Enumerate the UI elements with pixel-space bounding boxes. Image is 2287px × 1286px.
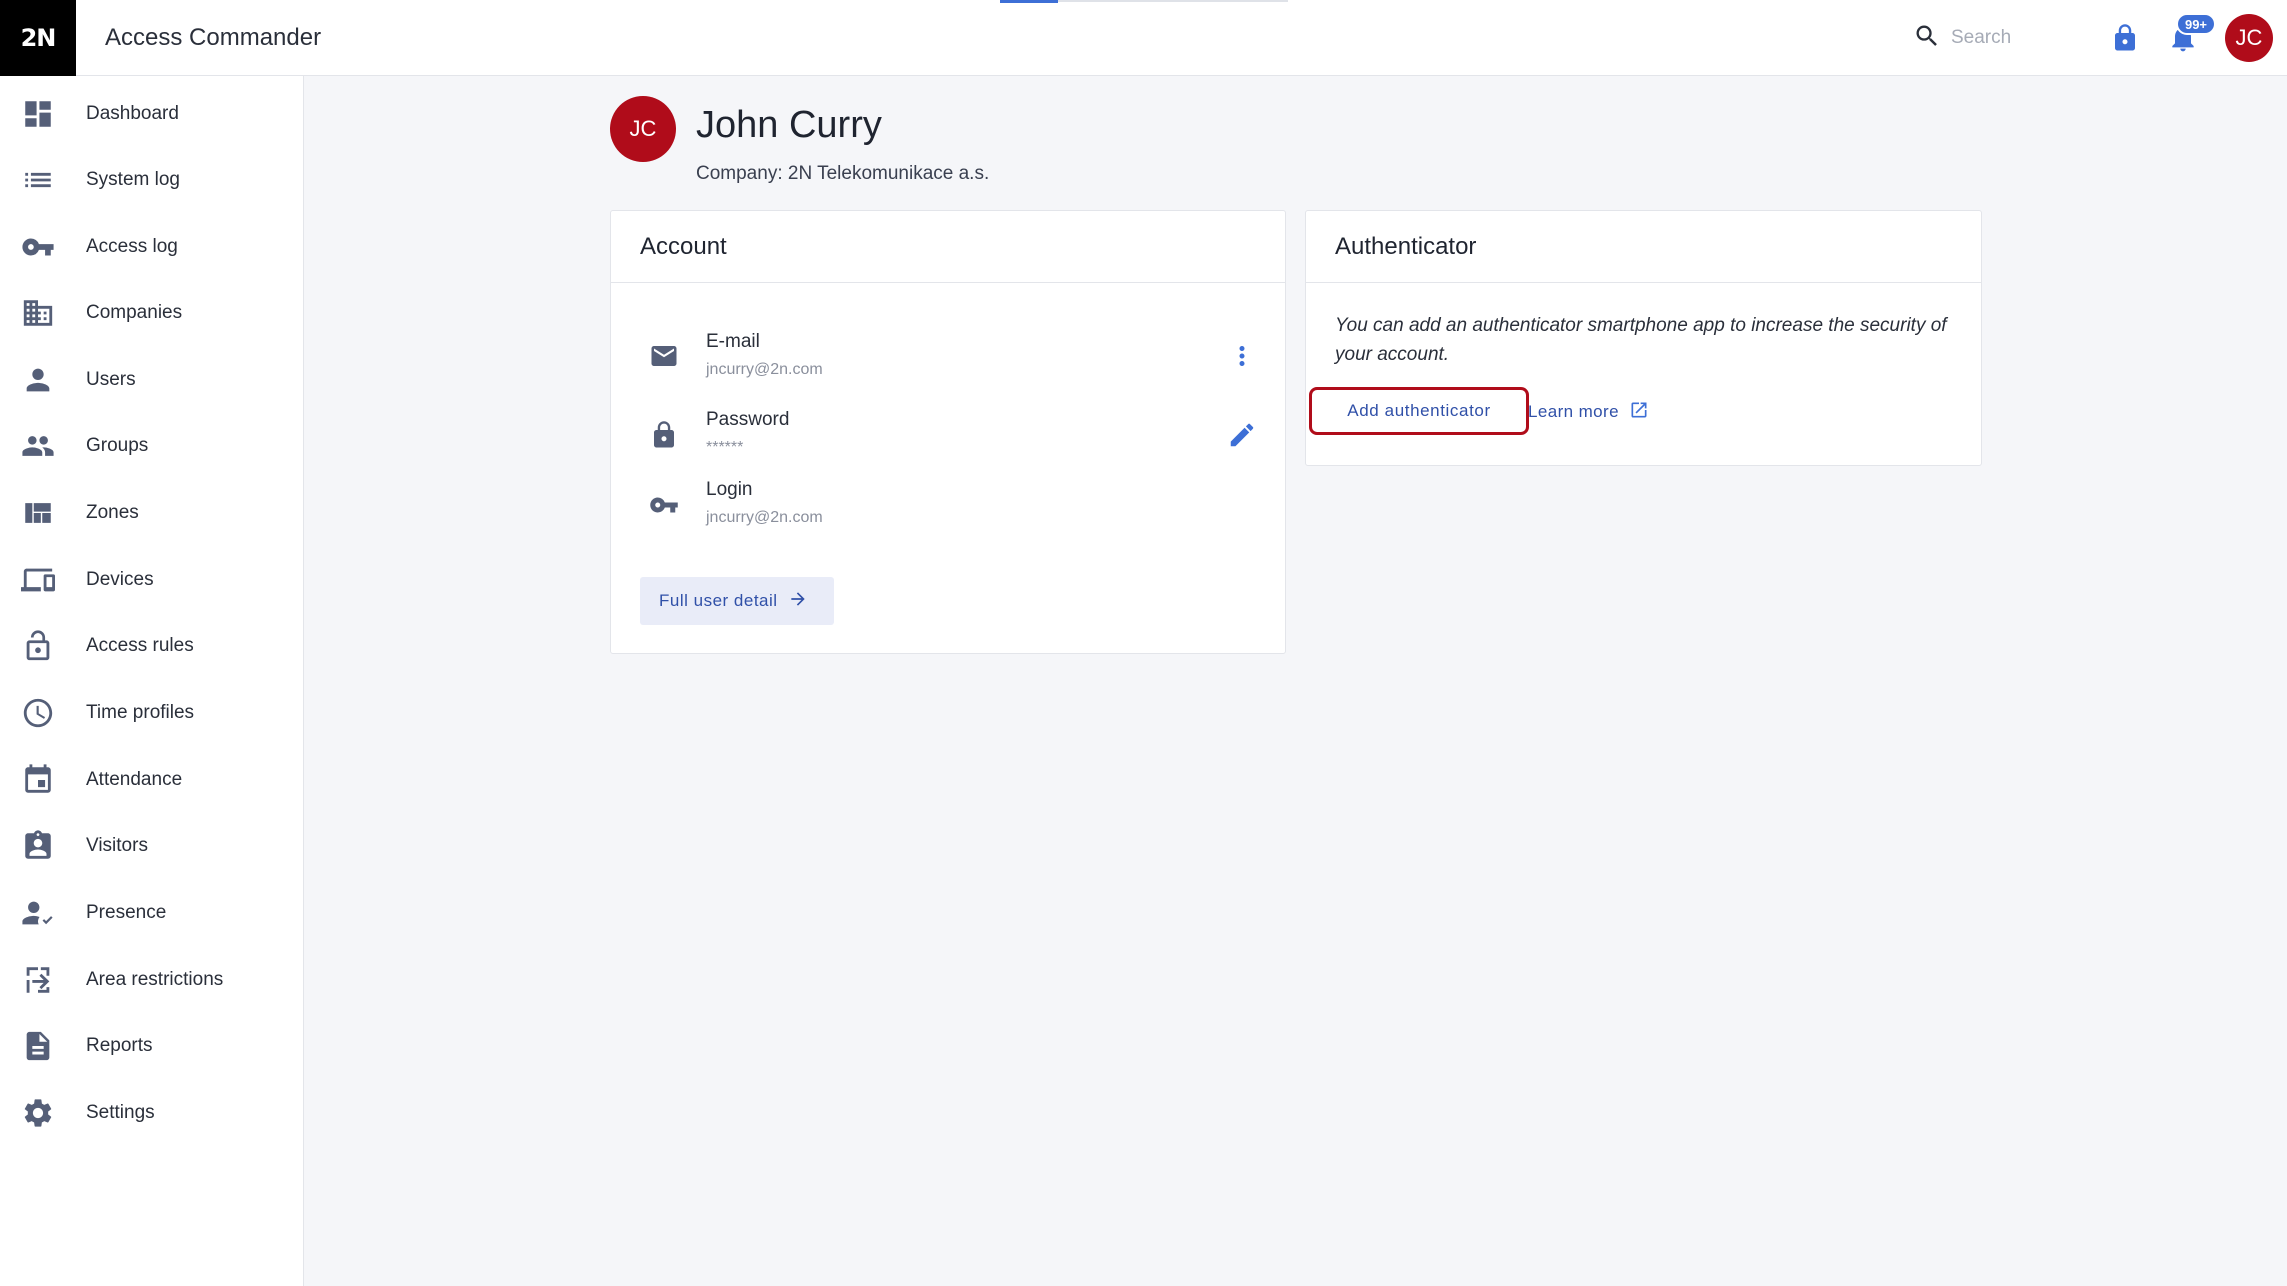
password-label: Password: [706, 409, 790, 430]
card-header: Account: [611, 211, 1285, 283]
full-user-detail-button[interactable]: Full user detail: [640, 577, 834, 625]
search-icon[interactable]: [1913, 22, 1941, 55]
zones-icon: [20, 498, 56, 528]
sidebar-item-area-restrictions[interactable]: Area restrictions: [0, 950, 304, 1010]
lock-open-icon: [20, 630, 56, 661]
sidebar-item-label: System log: [86, 169, 180, 190]
sidebar: Dashboard System log Access log Companie…: [0, 76, 304, 1286]
email-label: E-mail: [706, 331, 760, 352]
card-title: Authenticator: [1335, 233, 1477, 260]
sidebar-item-groups[interactable]: Groups: [0, 416, 304, 476]
sidebar-item-label: Access rules: [86, 635, 194, 656]
gear-icon: [20, 1098, 56, 1128]
add-authenticator-button[interactable]: Add authenticator: [1309, 387, 1529, 435]
sidebar-item-label: Users: [86, 369, 136, 390]
add-authenticator-label: Add authenticator: [1347, 401, 1491, 420]
sidebar-item-label: Access log: [86, 236, 178, 257]
lock-icon: [649, 420, 679, 450]
sidebar-item-companies[interactable]: Companies: [0, 283, 304, 343]
learn-more-label: Learn more: [1528, 402, 1619, 421]
key-icon: [20, 232, 56, 262]
building-icon: [20, 298, 56, 328]
app-title: Access Commander: [105, 24, 322, 51]
sidebar-item-label: Presence: [86, 902, 167, 923]
account-card: Account E-mail jncurry@2n.com Password *…: [610, 210, 1286, 654]
search-box[interactable]: [1913, 20, 2103, 56]
sidebar-item-users[interactable]: Users: [0, 350, 304, 410]
sidebar-item-time-profiles[interactable]: Time profiles: [0, 683, 304, 743]
sidebar-item-label: Visitors: [86, 835, 148, 856]
list-icon: [20, 165, 56, 195]
login-value: jncurry@2n.com: [706, 509, 823, 526]
sidebar-item-visitors[interactable]: Visitors: [0, 816, 304, 876]
sidebar-item-label: Time profiles: [86, 702, 195, 723]
authenticator-description: You can add an authenticator smartphone …: [1335, 315, 1947, 365]
sidebar-item-label: Area restrictions: [86, 969, 224, 990]
sidebar-item-label: Groups: [86, 435, 149, 456]
page-title: John Curry: [696, 104, 882, 146]
sidebar-item-attendance[interactable]: Attendance: [0, 750, 304, 810]
mail-icon: [649, 341, 679, 371]
sidebar-item-label: Reports: [86, 1035, 153, 1056]
search-input[interactable]: [1951, 27, 2091, 49]
sidebar-item-access-log[interactable]: Access log: [0, 217, 304, 277]
full-user-detail-label: Full user detail: [659, 591, 778, 610]
sidebar-item-label: Zones: [86, 502, 139, 523]
badge-icon: [20, 830, 56, 861]
notification-badge: 99+: [2176, 13, 2216, 35]
calendar-icon: [20, 764, 56, 795]
people-icon: [20, 431, 56, 461]
loading-indicator: [1000, 0, 1288, 3]
login-label: Login: [706, 479, 753, 500]
arrow-right-icon: [778, 589, 808, 614]
person-check-icon: [20, 898, 56, 928]
sidebar-item-access-rules[interactable]: Access rules: [0, 616, 304, 676]
key-icon: [649, 490, 679, 520]
sidebar-item-zones[interactable]: Zones: [0, 483, 304, 543]
email-value: jncurry@2n.com: [706, 361, 823, 378]
sidebar-item-label: Settings: [86, 1102, 155, 1123]
dashboard-icon: [20, 99, 56, 129]
card-title: Account: [640, 233, 727, 260]
sidebar-item-devices[interactable]: Devices: [0, 550, 304, 610]
sidebar-item-label: Companies: [86, 302, 183, 323]
learn-more-link[interactable]: Learn more: [1528, 397, 1649, 427]
user-avatar-button[interactable]: JC: [2225, 14, 2273, 62]
sidebar-item-system-log[interactable]: System log: [0, 150, 304, 210]
sidebar-item-presence[interactable]: Presence: [0, 883, 304, 943]
password-value: ******: [706, 439, 744, 456]
profile-company: Company: 2N Telekomunikace a.s.: [696, 163, 990, 184]
clock-icon: [20, 698, 56, 728]
area-restriction-icon: [20, 965, 56, 995]
person-icon: [20, 365, 56, 395]
sidebar-item-reports[interactable]: Reports: [0, 1016, 304, 1076]
lock-icon[interactable]: [2110, 22, 2140, 54]
external-link-icon: [1619, 400, 1649, 425]
sidebar-item-label: Devices: [86, 569, 154, 590]
sidebar-item-label: Attendance: [86, 769, 183, 790]
pencil-icon[interactable]: [1227, 420, 1257, 450]
brand-logo[interactable]: 2N: [0, 0, 76, 76]
authenticator-card: Authenticator You can add an authenticat…: [1305, 210, 1982, 466]
top-bar: 2N Access Commander 99+ JC: [0, 0, 2287, 76]
more-vert-icon[interactable]: [1227, 341, 1257, 371]
card-header: Authenticator: [1306, 211, 1981, 283]
sidebar-item-settings[interactable]: Settings: [0, 1083, 304, 1143]
sidebar-item-dashboard[interactable]: Dashboard: [0, 84, 304, 144]
sidebar-item-label: Dashboard: [86, 103, 179, 124]
document-icon: [20, 1031, 56, 1061]
devices-icon: [20, 565, 56, 595]
profile-avatar: JC: [610, 96, 676, 162]
